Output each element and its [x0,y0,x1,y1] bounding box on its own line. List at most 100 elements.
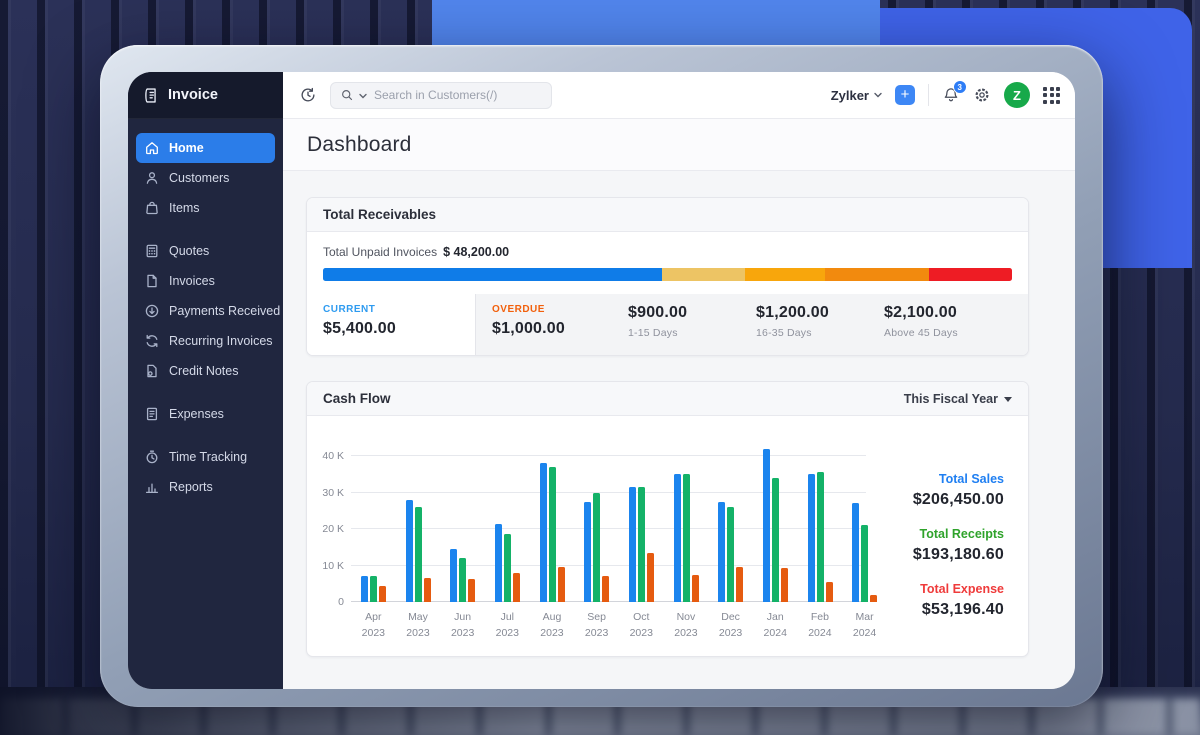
fiscal-year-label: This Fiscal Year [904,392,998,406]
aging-segment-above-45-days [929,268,1012,281]
bar-expense-sep-2023 [602,576,609,602]
stat-current: CURRENT$5,400.00 [323,304,475,338]
sidebar-item-reports[interactable]: Reports [136,472,275,502]
sidebar-item-home[interactable]: Home [136,133,275,163]
sidebar-item-label: Credit Notes [169,364,238,378]
app-logo: Invoice [128,72,283,119]
recurring-invoices-icon [144,333,160,349]
y-tick-label: 10 K [322,560,344,572]
bar-receipts-nov-2023 [683,474,690,602]
avatar[interactable]: Z [1004,82,1030,108]
reports-icon [144,479,160,495]
bar-receipts-oct-2023 [638,487,645,602]
sidebar: Invoice Home Customers Items Quotes Invoices… [128,72,283,689]
x-tick-label: Aug2023 [530,610,575,642]
y-tick-label: 30 K [322,487,344,499]
time-tracking-icon [144,449,160,465]
stat-overdue: OVERDUE$1,000.00 [492,304,628,339]
topbar-right: Zylker + 3 [831,82,1060,108]
sidebar-item-quotes[interactable]: Quotes [136,236,275,266]
bar-sales-nov-2023 [674,474,681,602]
sidebar-item-credit-notes[interactable]: Credit Notes [136,356,275,386]
org-selector[interactable]: Zylker [831,88,882,103]
x-tick-label: Apr2023 [351,610,396,642]
bar-receipts-jun-2023 [459,558,466,602]
sidebar-item-label: Reports [169,480,213,494]
bar-receipts-jan-2024 [772,478,779,602]
y-tick-label: 0 [338,596,344,608]
recent-history-icon[interactable] [299,86,317,104]
bar-group-sep-2023 [584,493,609,603]
home-icon [144,140,160,156]
total-value: $53,196.40 [866,601,1004,619]
sidebar-item-time-tracking[interactable]: Time Tracking [136,442,275,472]
bar-group-apr-2023 [361,576,386,602]
search-input[interactable] [372,87,542,103]
bar-receipts-jul-2023 [504,534,511,602]
y-tick-label: 20 K [322,523,344,535]
sidebar-item-label: Payments Received [169,304,280,318]
expenses-icon [144,406,160,422]
bar-group-oct-2023 [629,487,654,602]
cash-flow-card: Cash Flow This Fiscal Year 010 K20 K30 K… [306,381,1029,657]
laptop-frame: Invoice Home Customers Items Quotes Invoices… [100,45,1103,707]
sidebar-item-expenses[interactable]: Expenses [136,399,275,429]
page-title: Dashboard [307,133,412,157]
bar-sales-dec-2023 [718,502,725,602]
aging-segment-1-15-days [662,268,745,281]
x-tick-label: Jan2024 [753,610,798,642]
sidebar-item-items[interactable]: Items [136,193,275,223]
unpaid-label: Total Unpaid Invoices [323,245,437,259]
stat-1-15-days: $900.001-15 Days [628,304,756,339]
fiscal-year-selector[interactable]: This Fiscal Year [904,392,1012,406]
stat-value: $1,200.00 [756,304,884,322]
page-header: Dashboard [283,119,1075,171]
stat-label: 16-35 Days [756,327,884,339]
stat-above-45-days: $2,100.00Above 45 Days [884,304,1012,339]
total-value: $206,450.00 [866,491,1004,509]
sidebar-item-recurring-invoices[interactable]: Recurring Invoices [136,326,275,356]
aging-segment-16-35-days [745,268,826,281]
bar-sales-apr-2023 [361,576,368,602]
apps-grid-icon[interactable] [1043,87,1060,104]
total-receivables-card: Total Receivables Total Unpaid Invoices … [306,197,1029,356]
sidebar-item-label: Time Tracking [169,450,247,464]
sidebar-item-label: Quotes [169,244,209,258]
unpaid-amount: $ 48,200.00 [443,245,509,259]
sidebar-item-label: Expenses [169,407,224,421]
bar-expense-oct-2023 [647,553,654,602]
invoices-icon [144,273,160,289]
gridline [351,455,866,456]
bar-receipts-feb-2024 [817,472,824,602]
y-tick-label: 40 K [322,450,344,462]
topbar-divider [928,84,929,106]
sidebar-item-customers[interactable]: Customers [136,163,275,193]
cash-flow-chart: 010 K20 K30 K40 K Apr2023May2023Jun2023J… [307,416,866,656]
credit-notes-icon [144,363,160,379]
settings-gear-icon[interactable] [973,86,991,104]
notifications-bell-icon[interactable]: 3 [942,86,960,104]
total-total-sales: Total Sales$206,450.00 [866,472,1004,509]
dashboard-content: Total Receivables Total Unpaid Invoices … [283,171,1075,689]
stat-label: 1-15 Days [628,327,756,339]
stat-value: $1,000.00 [492,320,628,338]
bar-sales-feb-2024 [808,474,815,602]
aging-segment-current [323,268,662,281]
sidebar-menu: HomeCustomersItemsQuotesInvoicesPayments… [128,119,283,516]
items-icon [144,200,160,216]
stat-value: $2,100.00 [884,304,1012,322]
bar-group-jul-2023 [495,524,520,602]
search-scope-caret-icon[interactable] [359,93,367,99]
receivables-aging-bar[interactable] [323,268,1012,281]
sidebar-item-invoices[interactable]: Invoices [136,266,275,296]
search-box[interactable] [330,82,552,109]
bar-sales-jan-2024 [763,449,770,602]
topbar: Zylker + 3 [283,72,1075,119]
add-new-button[interactable]: + [895,85,915,105]
bar-receipts-aug-2023 [549,467,556,602]
bar-expense-nov-2023 [692,575,699,602]
sidebar-item-label: Recurring Invoices [169,334,273,348]
sidebar-item-label: Customers [169,171,229,185]
x-tick-label: Dec2023 [708,610,753,642]
sidebar-item-payments-received[interactable]: Payments Received [136,296,275,326]
